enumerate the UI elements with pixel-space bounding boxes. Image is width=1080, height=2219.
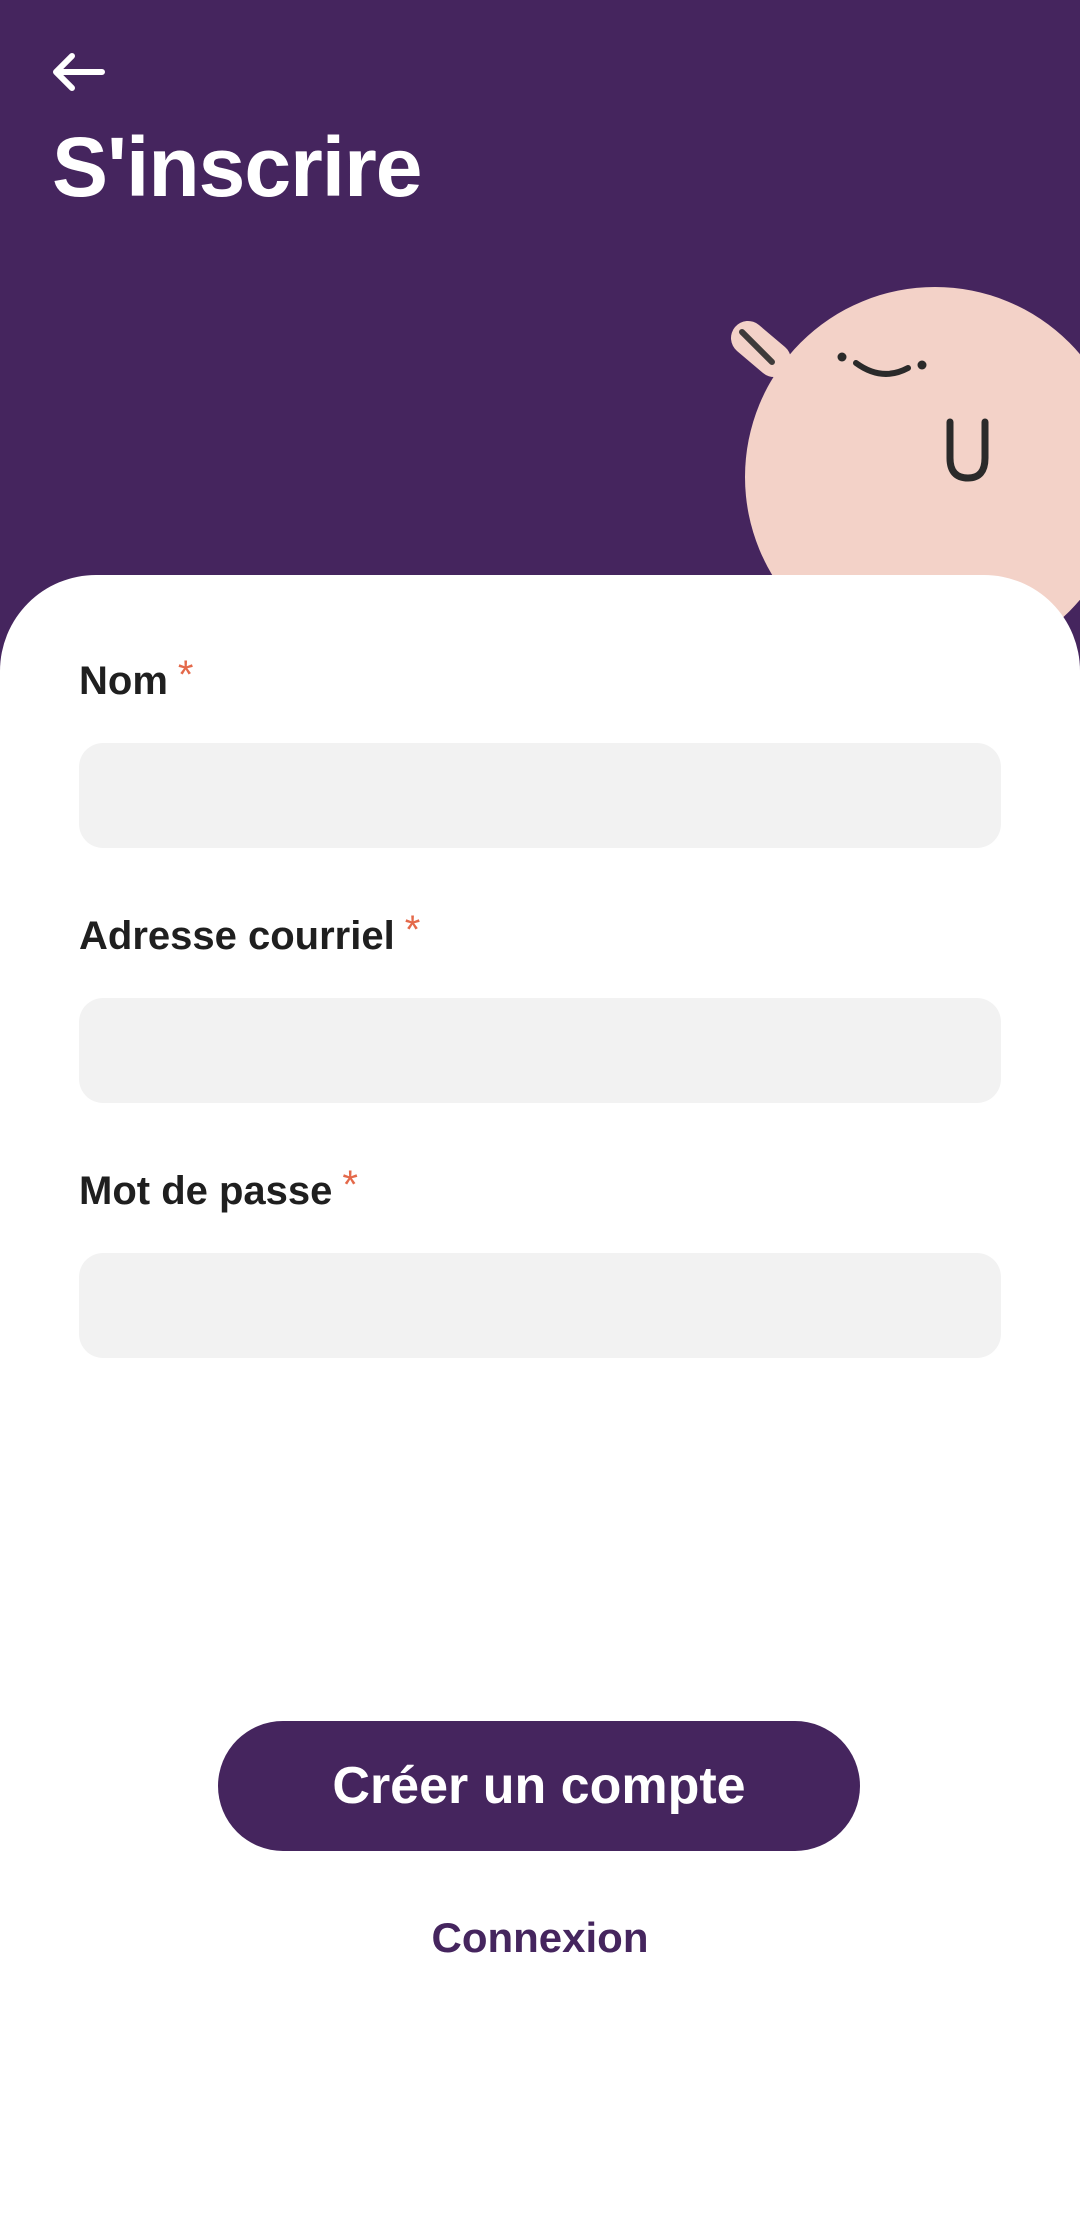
name-field: Nom * <box>79 653 1001 848</box>
required-mark: * <box>342 1163 358 1207</box>
name-input[interactable] <box>79 743 1001 848</box>
back-button[interactable] <box>44 44 112 104</box>
login-link[interactable]: Connexion <box>0 1914 1080 1962</box>
name-label: Nom * <box>79 653 1001 705</box>
email-label-text: Adresse courriel <box>79 914 395 958</box>
signup-form-card: Nom * Adresse courriel * Mot de passe * <box>0 575 1080 2219</box>
page-title: S'inscrire <box>52 120 423 214</box>
arrow-left-icon <box>50 52 106 97</box>
name-label-text: Nom <box>79 659 168 703</box>
required-mark: * <box>177 653 194 697</box>
email-field: Adresse courriel * <box>79 908 1001 1103</box>
password-field: Mot de passe * <box>79 1163 1001 1358</box>
password-label-text: Mot de passe <box>79 1169 333 1213</box>
password-input[interactable] <box>79 1253 1001 1358</box>
email-label: Adresse courriel * <box>79 908 1001 960</box>
password-label: Mot de passe * <box>79 1163 1001 1215</box>
email-input[interactable] <box>79 998 1001 1103</box>
required-mark: * <box>404 908 421 952</box>
create-account-button[interactable]: Créer un compte <box>218 1721 860 1851</box>
